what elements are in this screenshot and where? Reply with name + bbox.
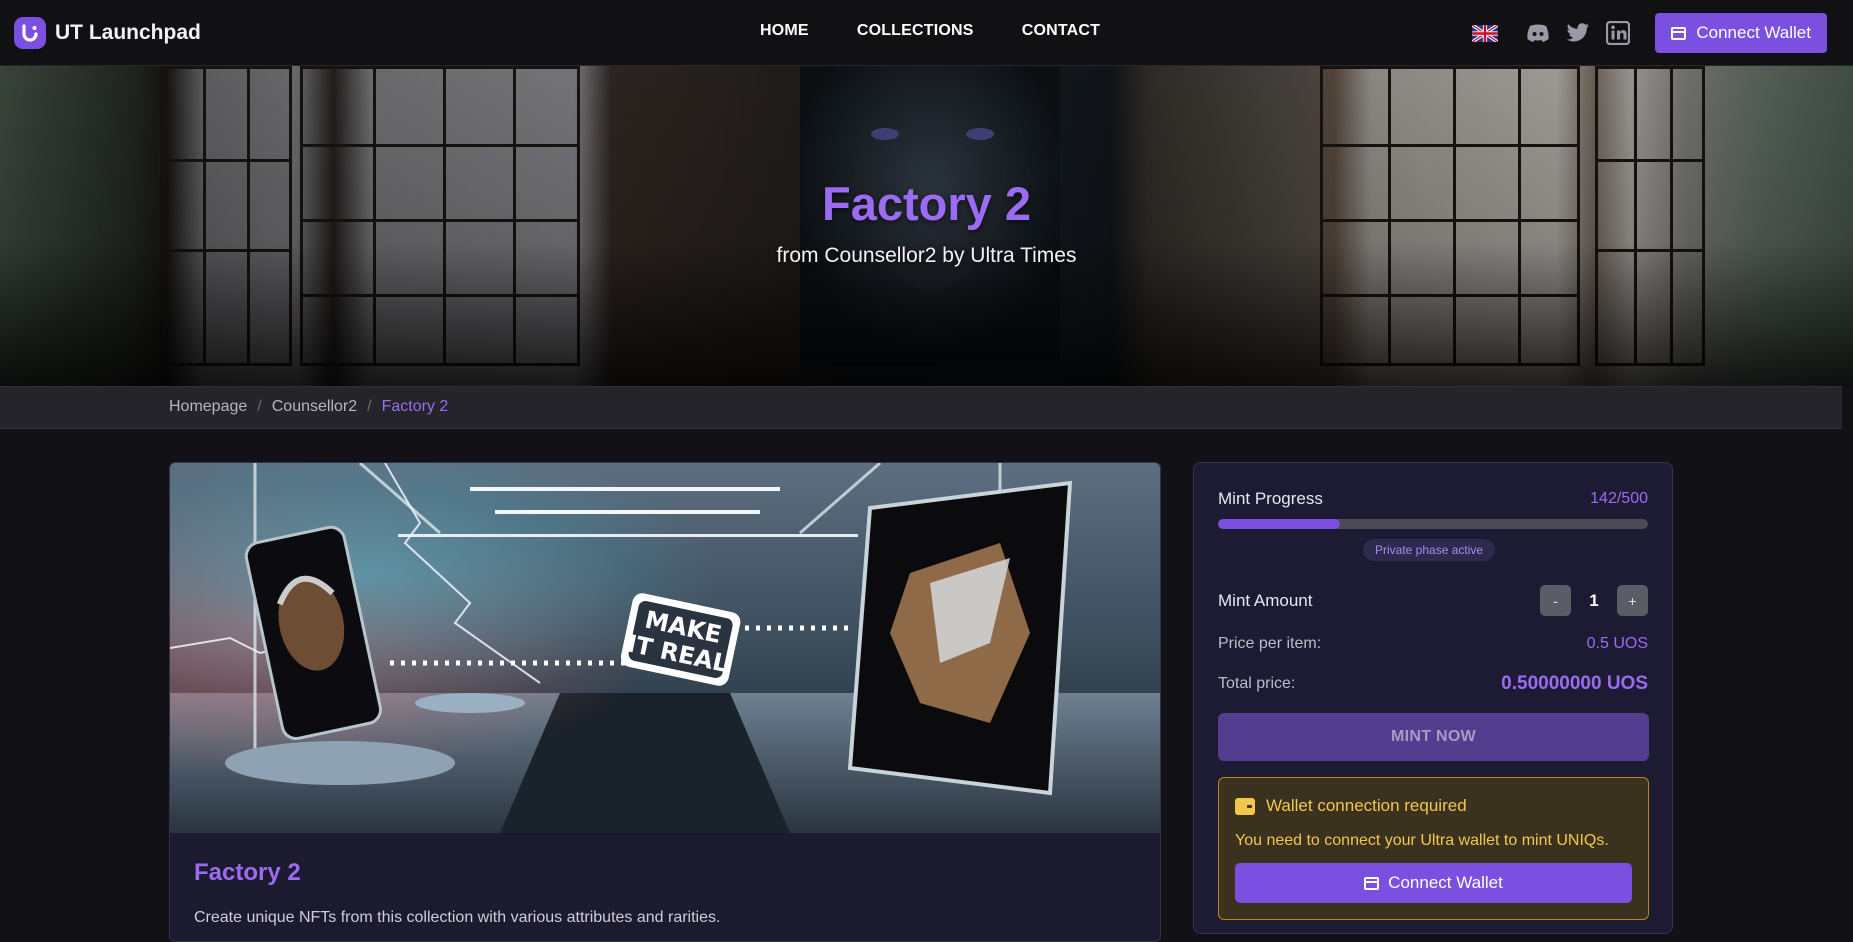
- wallet-icon: [1235, 797, 1255, 815]
- breadcrumb-separator: /: [367, 398, 372, 415]
- mint-progress-count: 142/500: [1590, 490, 1648, 507]
- hero-banner: Factory 2 from Counsellor2 by Ultra Time…: [0, 66, 1853, 386]
- mint-progress-bar: [1218, 519, 1648, 529]
- ut-logo-icon: [14, 17, 46, 49]
- increment-button[interactable]: +: [1617, 585, 1648, 616]
- notice-connect-wallet-button[interactable]: Connect Wallet: [1235, 863, 1632, 903]
- discord-icon[interactable]: [1525, 20, 1551, 46]
- breadcrumb-current: Factory 2: [381, 398, 449, 415]
- mint-panel: Mint Progress 142/500 Private phase acti…: [1193, 462, 1673, 934]
- wallet-notice-header: Wallet connection required: [1235, 796, 1467, 816]
- mint-now-button[interactable]: MINT NOW: [1218, 713, 1649, 761]
- app-name: UT Launchpad: [55, 21, 201, 44]
- nav-home[interactable]: HOME: [760, 22, 809, 40]
- twitter-icon[interactable]: [1565, 20, 1591, 46]
- wallet-notice-title: Wallet connection required: [1266, 796, 1467, 815]
- page-title: Factory 2: [822, 177, 1031, 230]
- phase-badge: Private phase active: [1363, 539, 1496, 561]
- total-value: 0.50000000 UOS: [1501, 673, 1648, 694]
- quantity-value: 1: [1589, 590, 1599, 610]
- main-nav: HOME COLLECTIONS CONTACT: [760, 22, 1100, 40]
- nav-collections[interactable]: COLLECTIONS: [857, 22, 974, 40]
- collection-description: Create unique NFTs from this collection …: [194, 909, 721, 926]
- connect-wallet-label: Connect Wallet: [1696, 23, 1811, 42]
- decrement-button[interactable]: -: [1540, 585, 1571, 616]
- quantity-stepper: - 1 +: [1540, 585, 1648, 616]
- nav-contact[interactable]: CONTACT: [1022, 22, 1100, 40]
- total-row: Total price: 0.50000000 UOS: [1218, 673, 1648, 695]
- price-row: Price per item: 0.5 UOS: [1218, 635, 1648, 653]
- wallet-icon: [1671, 26, 1687, 40]
- mint-progress-row: Mint Progress 142/500: [1218, 489, 1648, 509]
- breadcrumb-counsellor2[interactable]: Counsellor2: [272, 398, 357, 416]
- breadcrumb-separator: /: [257, 398, 262, 415]
- nav-actions: Connect Wallet: [1472, 13, 1827, 53]
- breadcrumb: Homepage / Counsellor2 / Factory 2: [169, 398, 448, 416]
- collection-image: MAKE IT REAL: [170, 463, 1160, 833]
- collection-card: MAKE IT REAL Factory 2 Create unique NFT…: [169, 462, 1161, 942]
- breadcrumb-bar: Homepage / Counsellor2 / Factory 2: [0, 386, 1842, 429]
- collection-title: Factory 2: [194, 859, 301, 886]
- mint-amount-label: Mint Amount: [1218, 590, 1313, 610]
- mint-progress-label: Mint Progress: [1218, 489, 1323, 508]
- page-subtitle: from Counsellor2 by Ultra Times: [776, 244, 1077, 267]
- top-navbar: UT Launchpad HOME COLLECTIONS CONTACT Co…: [0, 0, 1853, 66]
- breadcrumb-homepage[interactable]: Homepage: [169, 398, 247, 416]
- wallet-icon: [1364, 876, 1380, 890]
- price-value: 0.5 UOS: [1586, 635, 1648, 652]
- uk-flag-icon[interactable]: [1472, 24, 1499, 42]
- wallet-required-notice: Wallet connection required You need to c…: [1218, 777, 1649, 920]
- connect-wallet-button[interactable]: Connect Wallet: [1655, 13, 1827, 53]
- mint-amount-row: Mint Amount - 1 +: [1218, 585, 1648, 616]
- mint-progress-fill: [1218, 519, 1341, 529]
- wallet-notice-message: You need to connect your Ultra wallet to…: [1235, 832, 1609, 849]
- linkedin-icon[interactable]: [1605, 20, 1631, 46]
- price-label: Price per item:: [1218, 635, 1322, 652]
- total-label: Total price:: [1218, 675, 1296, 692]
- notice-connect-wallet-label: Connect Wallet: [1388, 873, 1503, 892]
- brand[interactable]: UT Launchpad: [14, 17, 201, 49]
